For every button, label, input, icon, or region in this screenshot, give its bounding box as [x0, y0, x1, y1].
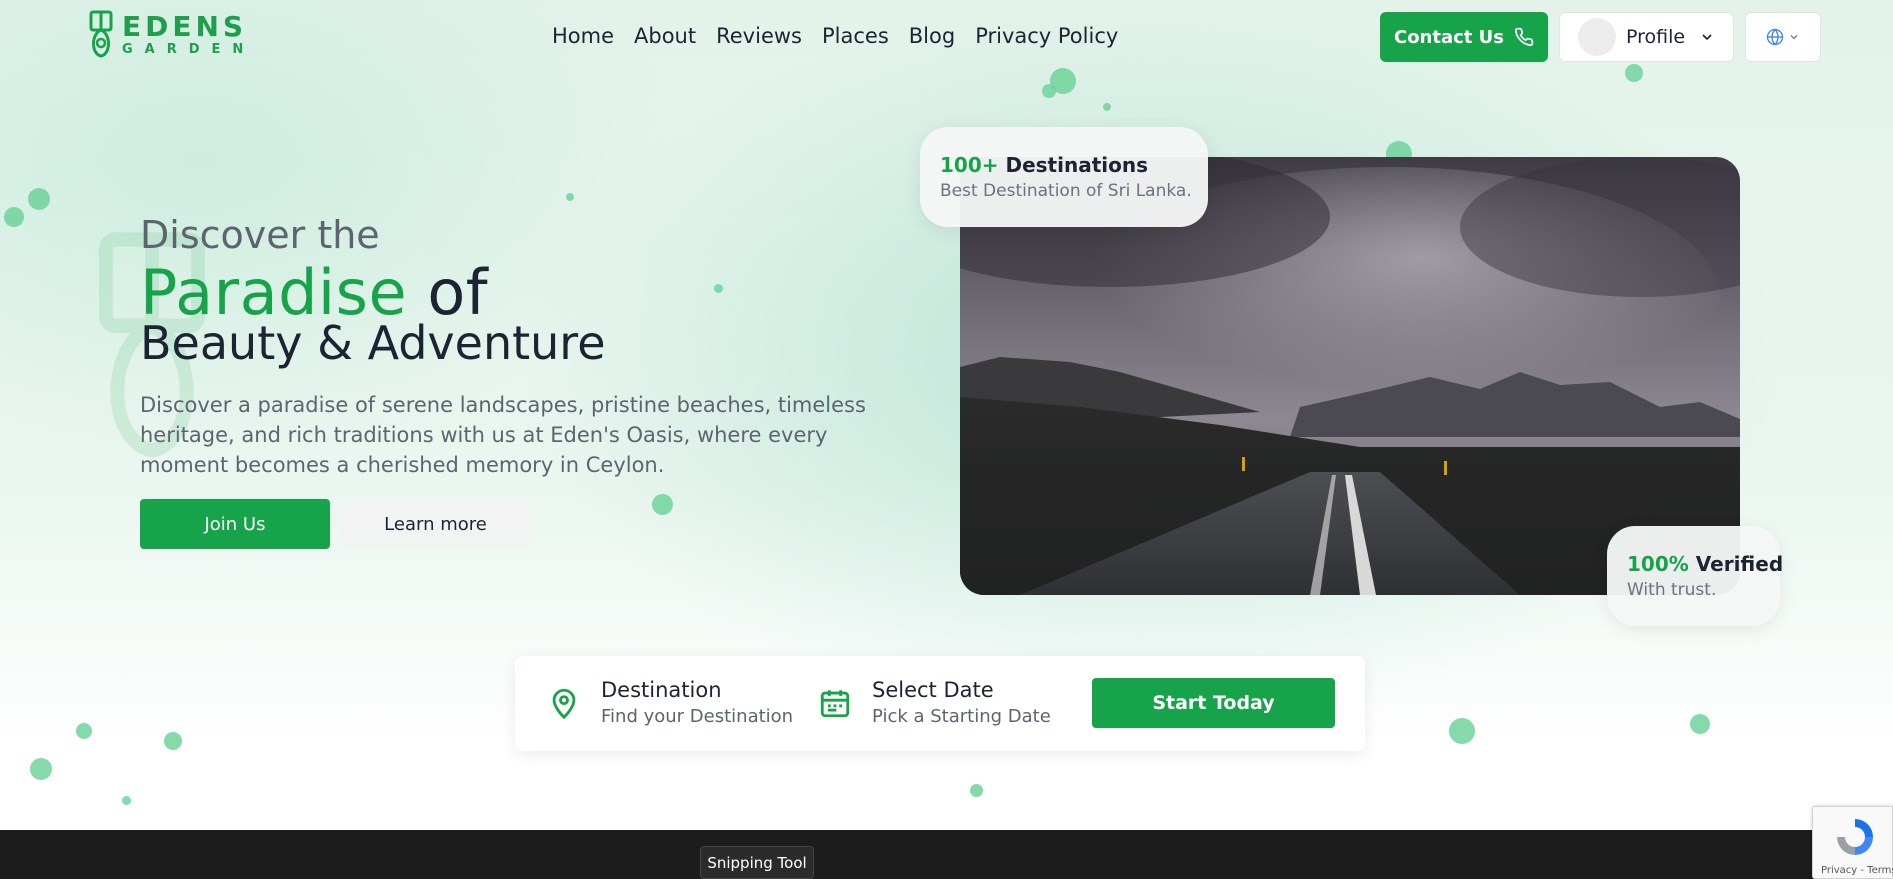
- decor-dot: [76, 723, 92, 739]
- decor-dot: [970, 784, 983, 797]
- phone-icon: [1514, 27, 1534, 47]
- profile-button[interactable]: Profile: [1559, 12, 1734, 62]
- join-us-button[interactable]: Join Us: [140, 499, 330, 549]
- destinations-stat-sub: Best Destination of Sri Lanka.: [940, 181, 1192, 201]
- nav-about[interactable]: About: [634, 24, 696, 48]
- verified-stat-value: 100%: [1627, 552, 1689, 576]
- trip-search-bar: Destination Find your Destination Select…: [515, 656, 1365, 751]
- learn-more-button[interactable]: Learn more: [341, 499, 530, 549]
- contact-us-button[interactable]: Contact Us: [1380, 12, 1548, 62]
- globe-icon: [1766, 28, 1784, 46]
- verified-stat-card: 100% Verified With trust.: [1607, 526, 1783, 626]
- page: EDENS GARDEN Home About Reviews Places B…: [0, 0, 1893, 879]
- brand-name: EDENS: [122, 9, 248, 43]
- date-picker[interactable]: Select Date Pick a Starting Date: [818, 678, 1051, 727]
- decor-dot: [652, 494, 673, 515]
- calendar-icon: [820, 689, 850, 717]
- hero-subtitle: Beauty & Adventure: [140, 316, 606, 370]
- decor-dot: [714, 284, 723, 293]
- decor-dot: [30, 758, 52, 780]
- decor-dot: [1690, 714, 1710, 734]
- decor-dot: [1103, 103, 1111, 111]
- language-selector[interactable]: [1745, 12, 1821, 62]
- nav-home[interactable]: Home: [552, 24, 614, 48]
- map-pin-icon: [552, 688, 576, 719]
- recaptcha-badge[interactable]: Privacy - Terms: [1812, 806, 1893, 879]
- decor-dot: [1449, 718, 1475, 744]
- date-sub: Pick a Starting Date: [872, 706, 1051, 727]
- destinations-stat-title: 100+ Destinations: [940, 153, 1188, 177]
- nav-reviews[interactable]: Reviews: [716, 24, 802, 48]
- destination-title: Destination: [601, 678, 722, 702]
- decor-dot: [122, 796, 131, 805]
- avatar: [1578, 18, 1616, 56]
- decor-dot: [28, 188, 50, 210]
- decor-dot: [566, 193, 574, 201]
- decor-dot: [1625, 64, 1643, 82]
- verified-stat-title: 100% Verified: [1627, 552, 1783, 576]
- hero-eyebrow: Discover the: [140, 213, 380, 257]
- recaptcha-icon: [1837, 819, 1873, 855]
- hero-description: Discover a paradise of serene landscapes…: [140, 393, 866, 477]
- decor-dot: [4, 207, 24, 227]
- date-title: Select Date: [872, 678, 994, 702]
- destination-picker[interactable]: Destination Find your Destination: [547, 678, 793, 727]
- destination-sub: Find your Destination: [601, 706, 794, 727]
- decor-dot: [164, 732, 182, 750]
- nav-blog[interactable]: Blog: [909, 24, 955, 48]
- brand-subname: GARDEN: [122, 41, 256, 57]
- verified-stat-label: Verified: [1695, 552, 1784, 576]
- contact-us-label: Contact Us: [1393, 26, 1504, 48]
- destinations-stat-value: 100+: [940, 153, 999, 177]
- nav-places[interactable]: Places: [822, 24, 889, 48]
- nav-privacy-policy[interactable]: Privacy Policy: [975, 24, 1118, 48]
- os-taskbar: [0, 830, 1893, 879]
- verified-stat-sub: With trust.: [1627, 580, 1717, 600]
- start-today-button[interactable]: Start Today: [1092, 678, 1335, 728]
- brand-logo[interactable]: EDENS GARDEN: [88, 10, 255, 58]
- logo-mark-icon: [89, 10, 113, 58]
- profile-label: Profile: [1626, 26, 1686, 48]
- main-nav: Home About Reviews Places Blog Privacy P…: [552, 24, 1118, 48]
- chevron-down-icon: [1702, 34, 1712, 41]
- destinations-stat-label: Destinations: [1005, 153, 1149, 177]
- chevron-down-icon: [1790, 35, 1798, 40]
- snipping-tool-tooltip: Snipping Tool: [700, 846, 814, 879]
- destinations-stat-card: 100+ Destinations Best Destination of Sr…: [920, 127, 1208, 227]
- recaptcha-links[interactable]: Privacy - Terms: [1821, 865, 1893, 876]
- decor-dot: [1042, 84, 1056, 98]
